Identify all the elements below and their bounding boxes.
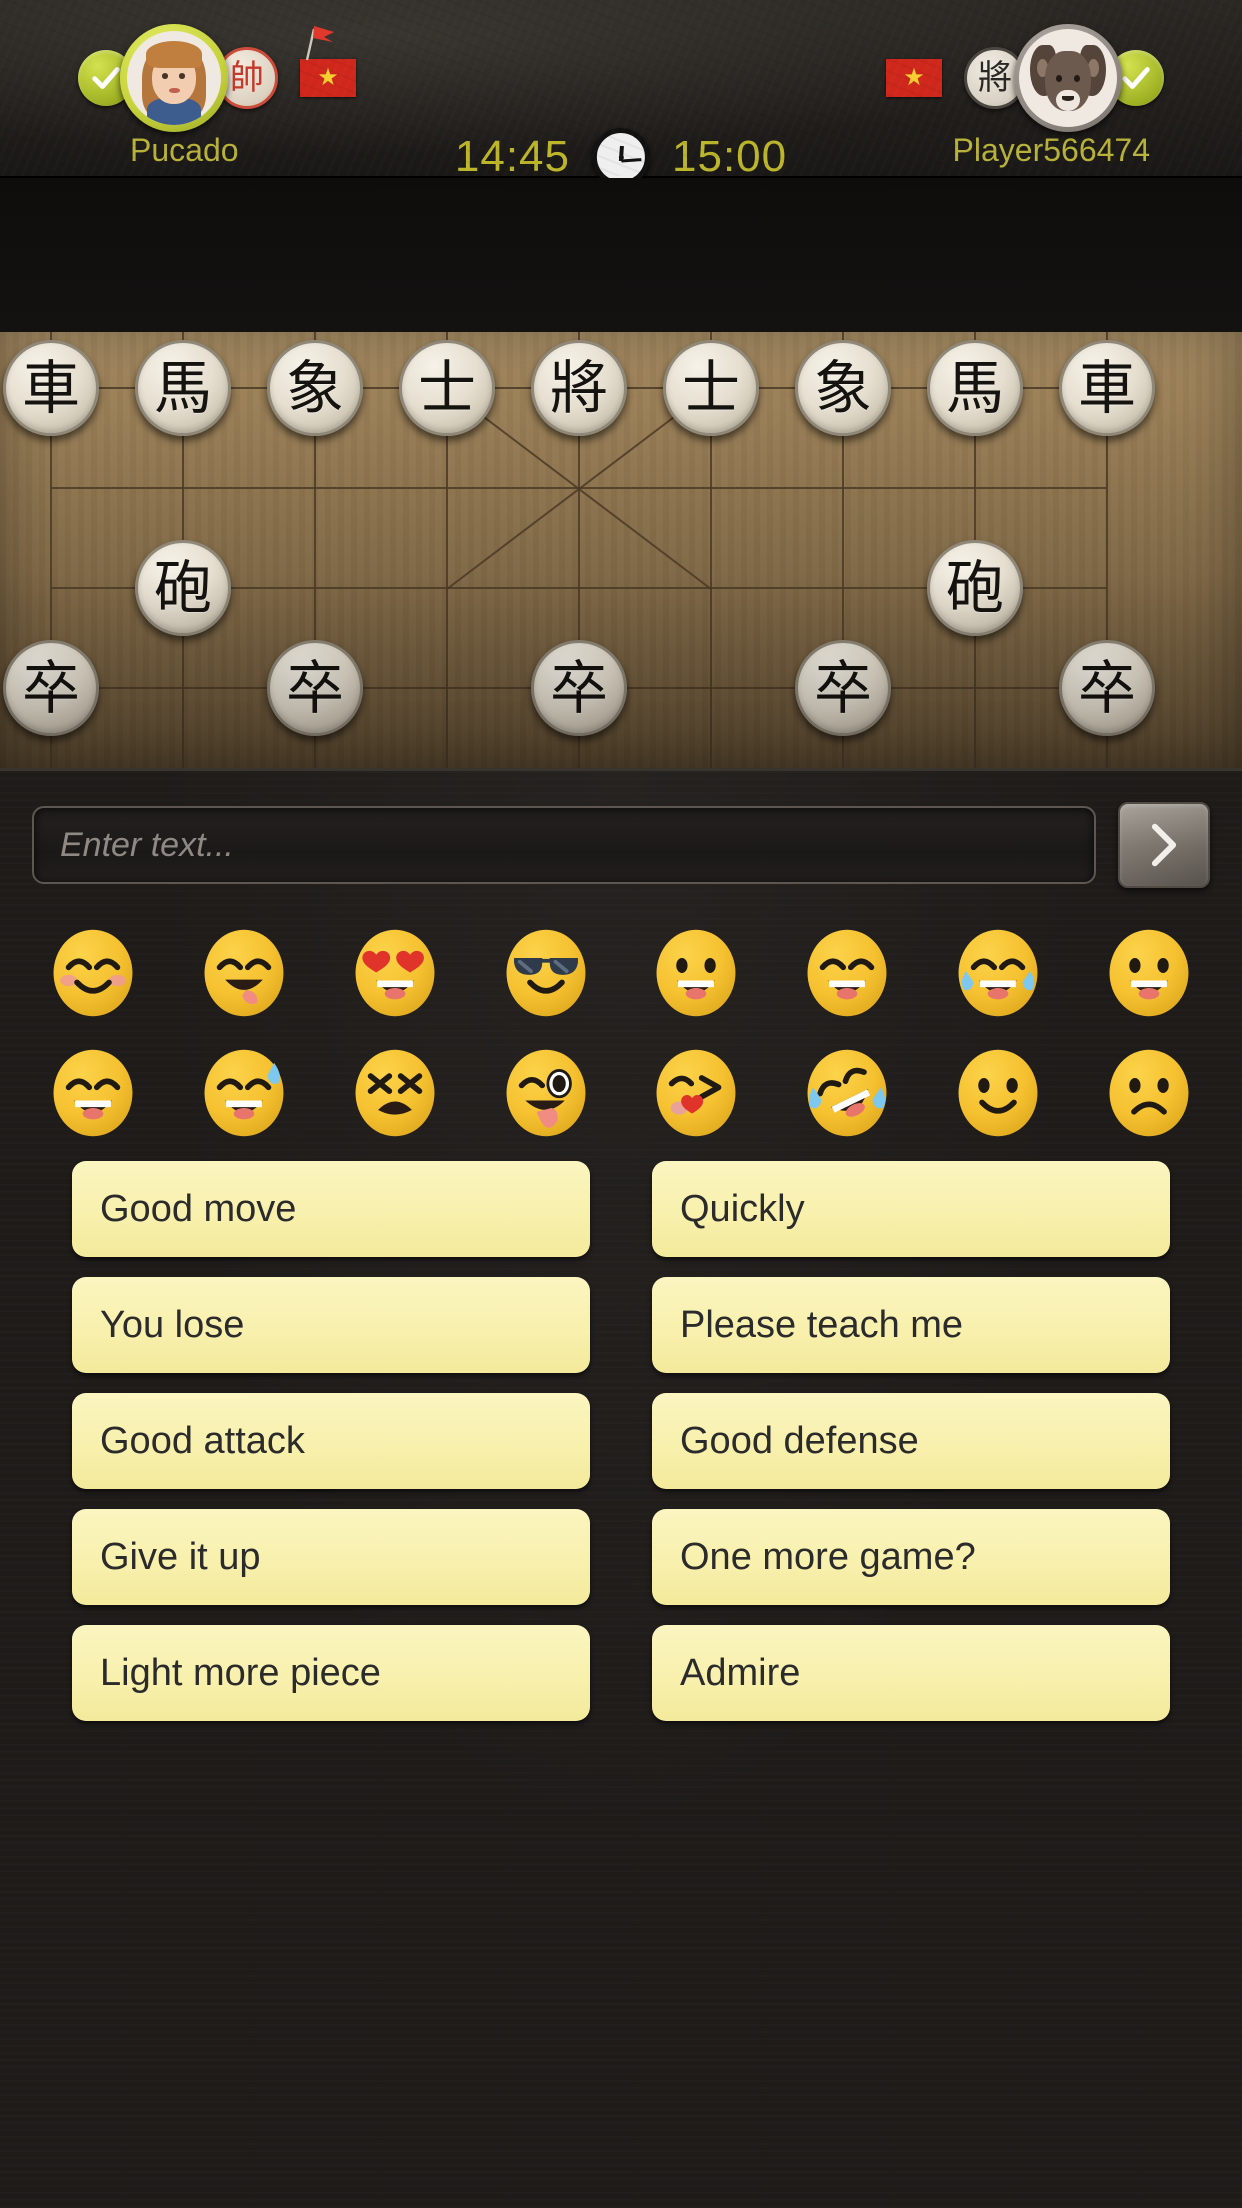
ram-avatar — [1019, 29, 1117, 127]
left-timer: 14:45 — [454, 132, 570, 181]
chat-panel: Enter text... Good move Quickly You lose Pl… — [0, 768, 1242, 2208]
board-piece[interactable]: 卒 — [531, 640, 627, 736]
board-piece[interactable]: 士 — [663, 340, 759, 436]
chevron-right-icon — [1151, 823, 1177, 867]
quick-phrase-button[interactable]: Please teach me — [652, 1277, 1170, 1373]
board-piece[interactable]: 象 — [267, 340, 363, 436]
board-piece[interactable]: 馬 — [135, 340, 231, 436]
player-left-name: Pucado — [130, 132, 239, 168]
board-piece[interactable]: 車 — [3, 340, 99, 436]
board-piece[interactable]: 車 — [1059, 340, 1155, 436]
wink-tongue-emoji[interactable] — [498, 1045, 594, 1141]
grin-emoji[interactable] — [648, 925, 744, 1021]
quick-phrase-button[interactable]: Quickly — [652, 1161, 1170, 1257]
board-piece[interactable]: 象 — [795, 340, 891, 436]
board-piece[interactable]: 卒 — [267, 640, 363, 736]
slight-smile-emoji[interactable] — [950, 1045, 1046, 1141]
chat-input-row: Enter text... — [0, 799, 1242, 891]
quick-phrase-grid: Good move Quickly You lose Please teach me G… — [0, 1161, 1242, 1721]
frown-emoji[interactable] — [1101, 1045, 1197, 1141]
vietnam-flag: ★ — [886, 59, 942, 97]
board-piece[interactable]: 卒 — [1059, 640, 1155, 736]
board-piece[interactable]: 卒 — [795, 640, 891, 736]
distraught-emoji[interactable] — [347, 1045, 443, 1141]
laughing-emoji[interactable] — [799, 925, 895, 1021]
game-screen: 帥 ★ Pucado 14:45 15:00 ★ 將 Player566474 … — [0, 0, 1242, 2208]
chat-input-placeholder: Enter text... — [60, 825, 234, 864]
sunglasses-emoji[interactable] — [498, 925, 594, 1021]
heart-eyes-emoji[interactable] — [347, 925, 443, 1021]
player-left[interactable]: 帥 ★ — [78, 24, 356, 132]
emoji-row-2 — [0, 1033, 1242, 1153]
blush-emoji[interactable] — [45, 925, 141, 1021]
quick-phrase-button[interactable]: One more game? — [652, 1509, 1170, 1605]
quick-phrase-button[interactable]: Give it up — [72, 1509, 590, 1605]
quick-phrase-button[interactable]: Good move — [72, 1161, 590, 1257]
vietnam-flag: ★ — [300, 59, 356, 97]
board-piece[interactable]: 將 — [531, 340, 627, 436]
quick-phrase-button[interactable]: You lose — [72, 1277, 590, 1373]
kiss-heart-emoji[interactable] — [648, 1045, 744, 1141]
game-header: 帥 ★ Pucado 14:45 15:00 ★ 將 Player566474 — [0, 0, 1242, 186]
big-laugh-emoji[interactable] — [45, 1045, 141, 1141]
piece-badge-label: 將 — [978, 58, 1012, 98]
emoji-row-1 — [0, 913, 1242, 1033]
quick-phrase-button[interactable]: Light more piece — [72, 1625, 590, 1721]
quick-phrase-button[interactable]: Admire — [652, 1625, 1170, 1721]
xiangqi-board[interactable]: 車馬象士將士象馬車砲砲卒卒卒卒卒 — [0, 332, 1242, 768]
red-flag-pin-icon — [305, 26, 334, 61]
board-piece[interactable]: 砲 — [927, 540, 1023, 636]
piece-badge-label: 帥 — [230, 58, 264, 98]
right-timer: 15:00 — [672, 132, 788, 181]
player-right-name: Player566474 — [952, 132, 1150, 168]
background-gap — [0, 178, 1242, 332]
player-right[interactable]: ★ 將 — [886, 24, 1164, 132]
send-button[interactable] — [1118, 802, 1210, 888]
grinning-emoji[interactable] — [1101, 925, 1197, 1021]
chat-text-input[interactable]: Enter text... — [32, 806, 1096, 884]
board-piece[interactable]: 馬 — [927, 340, 1023, 436]
yum-emoji[interactable] — [196, 925, 292, 1021]
board-piece[interactable]: 卒 — [3, 640, 99, 736]
quick-phrase-button[interactable]: Good defense — [652, 1393, 1170, 1489]
rofl-emoji[interactable] — [799, 1045, 895, 1141]
girl-avatar — [127, 31, 221, 125]
sweat-laugh-emoji[interactable] — [196, 1045, 292, 1141]
avatar[interactable] — [1014, 24, 1122, 132]
board-piece[interactable]: 砲 — [135, 540, 231, 636]
board-piece[interactable]: 士 — [399, 340, 495, 436]
quick-phrase-button[interactable]: Good attack — [72, 1393, 590, 1489]
avatar[interactable] — [120, 24, 228, 132]
joy-tears-emoji[interactable] — [950, 925, 1046, 1021]
